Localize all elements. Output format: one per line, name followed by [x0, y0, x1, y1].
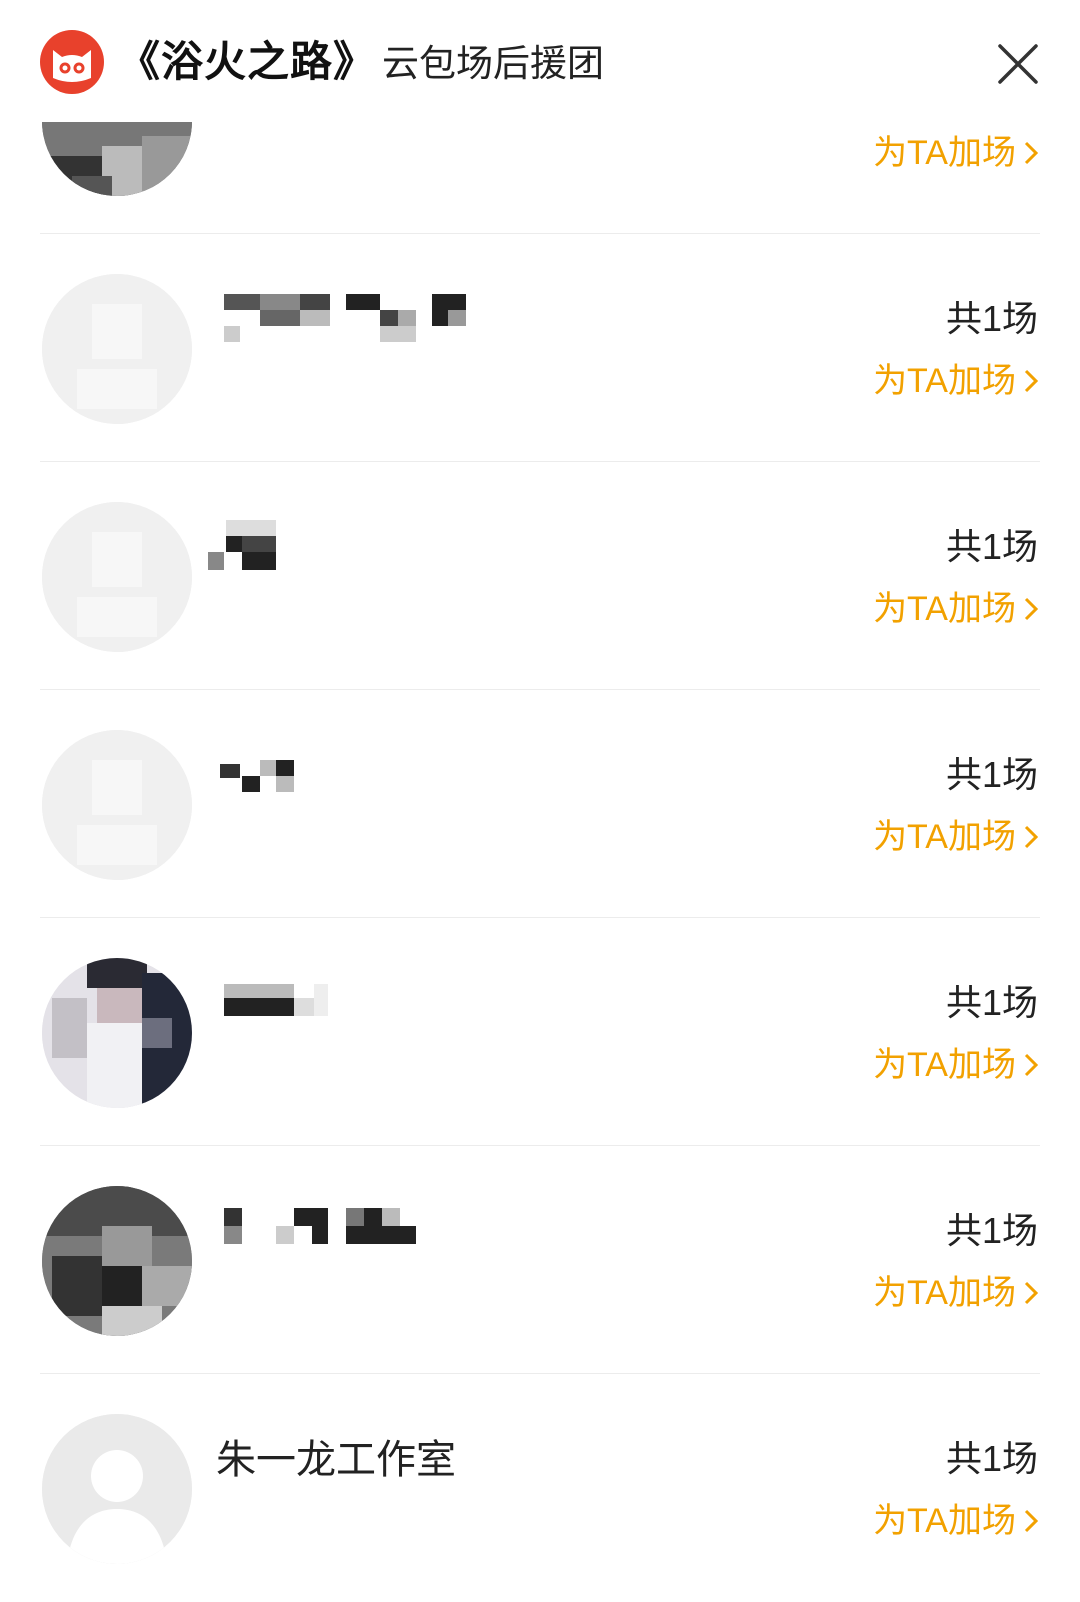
supporter-name: 朱一龙工作室	[216, 1438, 456, 1482]
list-item[interactable]: 朱一龙工作室 共1场 为TA加场	[0, 1374, 1080, 1602]
chevron-right-icon	[1024, 825, 1039, 849]
chevron-right-icon	[1024, 597, 1039, 621]
name-redacted	[224, 1208, 416, 1244]
film-title: 《浴火之路》	[118, 38, 377, 85]
support-label: 为TA加场	[873, 590, 1016, 628]
avatar-image	[42, 958, 192, 1108]
list-item[interactable]: 共1场 为TA加场	[0, 462, 1080, 690]
session-count: 共1场	[945, 982, 1038, 1023]
chevron-right-icon	[1024, 1281, 1039, 1305]
page-title: 《浴火之路》 云包场后援团	[118, 30, 604, 94]
page-subtitle: 云包场后援团	[382, 43, 605, 84]
support-button[interactable]: 为TA加场	[873, 1270, 1040, 1316]
support-label: 为TA加场	[873, 1502, 1016, 1540]
support-button[interactable]: 为TA加场	[873, 1042, 1040, 1088]
chevron-right-icon	[1024, 141, 1039, 165]
session-count: 共1场	[945, 526, 1038, 567]
support-button[interactable]: 为TA加场	[873, 130, 1040, 176]
header: 《浴火之路》 云包场后援团	[0, 0, 1080, 122]
support-label: 为TA加场	[873, 1046, 1016, 1084]
session-count: 共1场	[945, 1210, 1038, 1251]
support-button[interactable]: 为TA加场	[873, 358, 1040, 404]
avatar[interactable]	[42, 730, 192, 880]
support-label: 为TA加场	[873, 818, 1016, 856]
support-label: 为TA加场	[873, 1274, 1016, 1312]
avatar-image	[42, 1186, 192, 1336]
default-avatar-icon	[42, 730, 192, 880]
support-label: 为TA加场	[873, 362, 1016, 400]
session-count: 共1场	[945, 754, 1038, 795]
chevron-right-icon	[1024, 1053, 1039, 1077]
avatar[interactable]	[42, 274, 192, 424]
name-redacted	[208, 520, 276, 570]
support-button[interactable]: 为TA加场	[873, 586, 1040, 632]
avatar[interactable]	[42, 958, 192, 1108]
name-redacted	[224, 294, 466, 342]
session-count: 共1场	[945, 1438, 1038, 1479]
maoyan-cat-logo	[40, 30, 104, 94]
close-icon[interactable]	[994, 40, 1042, 88]
list-item[interactable]: 共1场 为TA加场	[0, 918, 1080, 1146]
support-button[interactable]: 为TA加场	[873, 814, 1040, 860]
default-avatar-icon	[42, 274, 192, 424]
chevron-right-icon	[1024, 369, 1039, 393]
list-item[interactable]: 共1场 为TA加场	[0, 234, 1080, 462]
avatar[interactable]	[42, 1186, 192, 1336]
chevron-right-icon	[1024, 1509, 1039, 1533]
list-item[interactable]: 共1场 为TA加场	[0, 1146, 1080, 1374]
session-count: 共1场	[945, 298, 1038, 339]
list-item[interactable]: 共1场 为TA加场	[0, 690, 1080, 918]
avatar[interactable]	[42, 1414, 192, 1564]
name-redacted	[220, 760, 294, 792]
default-avatar-icon	[42, 502, 192, 652]
support-button[interactable]: 为TA加场	[873, 1498, 1040, 1544]
support-label: 为TA加场	[873, 134, 1016, 172]
default-avatar-icon	[42, 1414, 192, 1564]
avatar[interactable]	[42, 502, 192, 652]
name-redacted	[224, 984, 328, 1016]
